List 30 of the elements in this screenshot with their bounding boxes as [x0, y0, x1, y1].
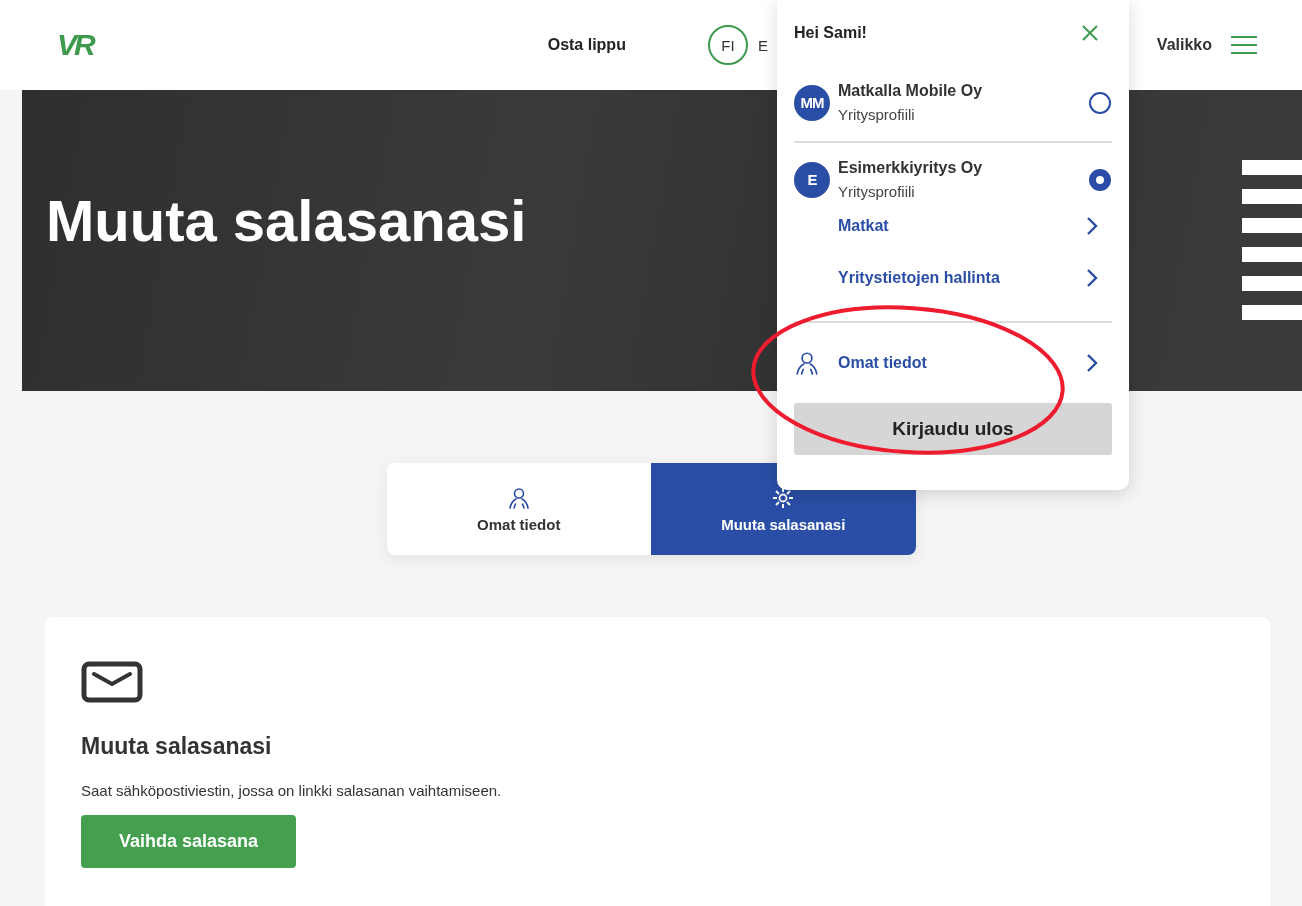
- page-title: Muuta salasanasi: [46, 187, 527, 254]
- radio-button[interactable]: [1089, 168, 1111, 191]
- person-icon: [506, 485, 531, 510]
- menu-label[interactable]: Valikko: [1156, 36, 1212, 54]
- profile-type: Yritysprofiili: [838, 183, 916, 200]
- tab[interactable]: Omat tiedot: [386, 463, 651, 555]
- menu-link[interactable]: Matkat: [838, 217, 1086, 235]
- greeting: Hei Sami!: [794, 24, 867, 42]
- menu-link[interactable]: Omat tiedot: [838, 354, 1068, 372]
- description-text: Saat sähköpostiviestin, jossa on linkki salasanan vaihtamiseen.: [81, 782, 503, 799]
- menu-link[interactable]: Yritystietojen hallinta: [838, 269, 1086, 287]
- nav-link[interactable]: Osta lippu: [547, 36, 626, 54]
- menu-icon[interactable]: [1230, 35, 1258, 55]
- language-button[interactable]: FI: [707, 25, 748, 65]
- envelope-icon: [81, 661, 143, 703]
- avatar-initials: E: [794, 161, 830, 198]
- radio-button[interactable]: [1089, 91, 1111, 114]
- chevron-icon: [1086, 268, 1098, 288]
- logo[interactable]: VR: [57, 28, 93, 62]
- chevron-icon: [1086, 216, 1098, 236]
- profile-name[interactable]: Esimerkkiyritys Oy: [838, 159, 1081, 177]
- section-heading: Muuta salasanasi: [81, 733, 273, 760]
- person-icon: [794, 350, 820, 376]
- profile-name[interactable]: Matkalla Mobile Oy: [838, 82, 1081, 100]
- chevron-icon: [1086, 353, 1098, 373]
- logout-button[interactable]: Kirjaudu ulos: [794, 403, 1112, 455]
- profile-type: Yritysprofiili: [838, 106, 916, 123]
- close-icon[interactable]: [1082, 25, 1098, 41]
- language-option[interactable]: E: [757, 36, 768, 54]
- avatar-initials: MM: [794, 84, 830, 121]
